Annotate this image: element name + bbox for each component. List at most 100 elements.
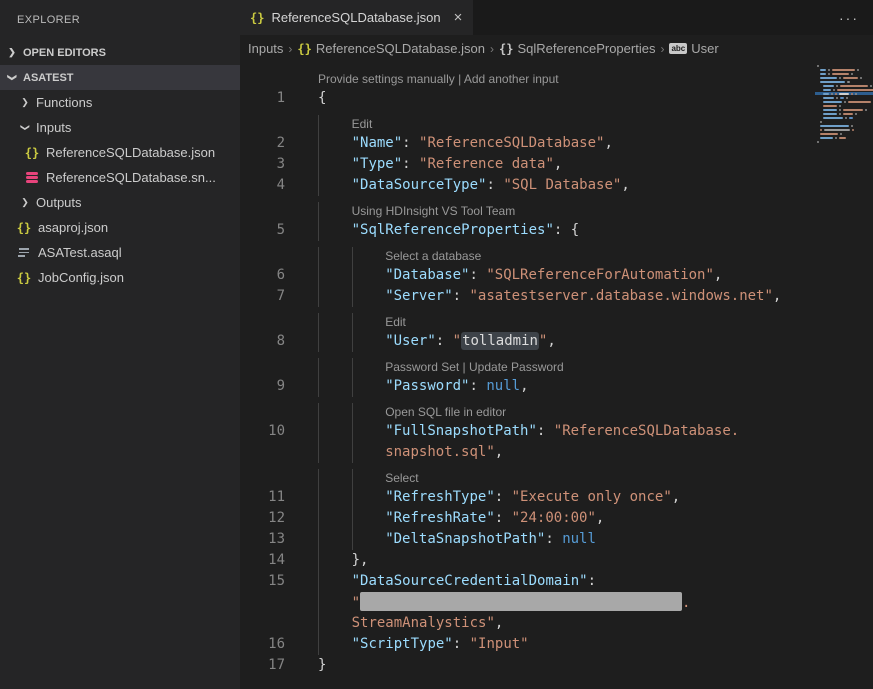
code-token: { [318,90,326,106]
tree-item-referencesqldatabase-json[interactable]: {}ReferenceSQLDatabase.json [0,140,240,165]
code-text: } [318,655,873,676]
tree-item-inputs[interactable]: ❯Inputs [0,115,240,140]
indent-guide-icon [318,358,319,376]
minimap-token [823,109,837,111]
code-token: "ReferenceSQLDatabase" [419,135,604,151]
breadcrumb: Inputs›{}ReferenceSQLDatabase.json›{}Sql… [240,35,873,62]
code-token: : [495,510,512,526]
code-text: StreamAnalystics", [318,613,873,634]
code-token: "ScriptType" [352,636,453,652]
codelens-link[interactable]: Provide settings manually | Add another … [318,72,559,86]
explorer-sidebar: EXPLORER ❯OPEN EDITORS❯ASATEST❯Functions… [0,0,240,689]
codelens-link[interactable]: Edit [352,117,373,131]
tree-item-jobconfig-json[interactable]: {} JobConfig.json [0,265,240,290]
minimap-token [823,89,831,91]
section-header-asatest[interactable]: ❯ASATEST [0,65,240,90]
breadcrumb-item-sqlreferenceproperties[interactable]: {}SqlReferenceProperties [499,41,655,56]
code-token: , [596,510,604,526]
line-number [240,202,318,220]
minimap-line [815,92,873,95]
code-row: 17} [240,655,873,676]
code-token: "DataSourceType" [352,177,487,193]
codelens-link[interactable]: Select a database [385,249,481,263]
tree-item-label: asaproj.json [38,220,108,235]
code-token: : [537,423,554,439]
code-token: , [495,444,503,460]
tree-item-asatest-asaql[interactable]: ASATest.asaql [0,240,240,265]
code-text: }, [318,550,873,571]
codelens-link[interactable]: Using HDInsight VS Tool Team [352,204,516,218]
string-abc-icon: abc [669,43,687,54]
indent-guide-icon [318,508,319,529]
minimap-token [817,141,819,143]
line-number: 17 [240,655,318,676]
section-header-open-editors[interactable]: ❯OPEN EDITORS [0,40,240,65]
code-token: "Execute only once" [512,489,672,505]
minimap-token [833,89,835,91]
code-token: "asatestserver.database.windows.net" [469,288,772,304]
code-editor[interactable]: Provide settings manually | Add another … [240,62,873,689]
minimap-token [843,109,863,111]
tab-label: ReferenceSQLDatabase.json [271,10,440,25]
breadcrumb-item-referencesqldatabase-json[interactable]: {}ReferenceSQLDatabase.json [297,41,485,56]
tab-referencesqldatabase-json[interactable]: {} ReferenceSQLDatabase.json × [240,0,473,35]
codelens-link[interactable]: Open SQL file in editor [385,405,506,419]
minimap-token [824,129,850,131]
indent-guide-icon [318,613,319,634]
minimap-token [843,113,854,115]
line-number: 8 [240,331,318,352]
indent-guide-icon [318,175,319,196]
codelens-link[interactable]: Select [385,471,418,485]
indent-guide-icon [318,265,319,286]
breadcrumb-item-user[interactable]: abcUser [669,41,718,56]
minimap-token [857,69,859,71]
tree-item-functions[interactable]: ❯Functions [0,90,240,115]
codelens-row: Open SQL file in editor [240,397,873,421]
indent-guide-icon [318,247,319,265]
minimap-token [823,85,834,87]
line-number: 11 [240,487,318,508]
json-file-icon: {} [16,271,32,285]
tree-item-asaproj-json[interactable]: {}asaproj.json [0,215,240,240]
indent-guide-icon [352,331,353,352]
code-token: : [402,156,419,172]
indent-guide-icon [318,376,319,397]
tree-item-outputs[interactable]: ❯Outputs [0,190,240,215]
breadcrumb-item-inputs[interactable]: Inputs [248,41,283,56]
code-token: : [453,288,470,304]
codelens-text: Edit [318,115,873,133]
line-number: 16 [240,634,318,655]
code-token: "Database" [385,267,469,283]
minimap-line [815,76,873,79]
minimap-line [815,100,873,103]
breadcrumb-label: SqlReferenceProperties [517,41,655,56]
code-row: StreamAnalystics", [240,613,873,634]
codelens-link[interactable]: Edit [385,315,406,329]
more-actions-icon[interactable]: ··· [839,10,859,26]
line-number [240,247,318,265]
code-row: 12"RefreshRate": "24:00:00", [240,508,873,529]
minimap-token [846,97,848,99]
code-token: " [352,595,360,611]
codelens-text: Provide settings manually | Add another … [318,70,873,88]
indent-guide-icon [318,133,319,154]
code-token: "SQLReferenceForAutomation" [486,267,714,283]
close-icon[interactable]: × [454,10,463,25]
code-row: 13"DeltaSnapshotPath": null [240,529,873,550]
minimap-token [852,129,854,131]
code-token: "Reference data" [419,156,554,172]
tree-item-label: JobConfig.json [38,270,124,285]
code-token: StreamAnalystics" [352,615,495,631]
minimap[interactable] [815,64,873,174]
code-token: "Name" [352,135,403,151]
code-text: "Database": "SQLReferenceForAutomation", [318,265,873,286]
database-file-icon [24,171,40,184]
code-token: : [545,531,562,547]
code-token: : [469,378,486,394]
codelens-link[interactable]: Password Set | Update Password [385,360,564,374]
breadcrumb-label: Inputs [248,41,283,56]
indent-guide-icon [318,442,319,463]
code-token: , [604,135,612,151]
minimap-line [815,68,873,71]
tree-item-referencesqldatabase-sn-[interactable]: ReferenceSQLDatabase.sn... [0,165,240,190]
